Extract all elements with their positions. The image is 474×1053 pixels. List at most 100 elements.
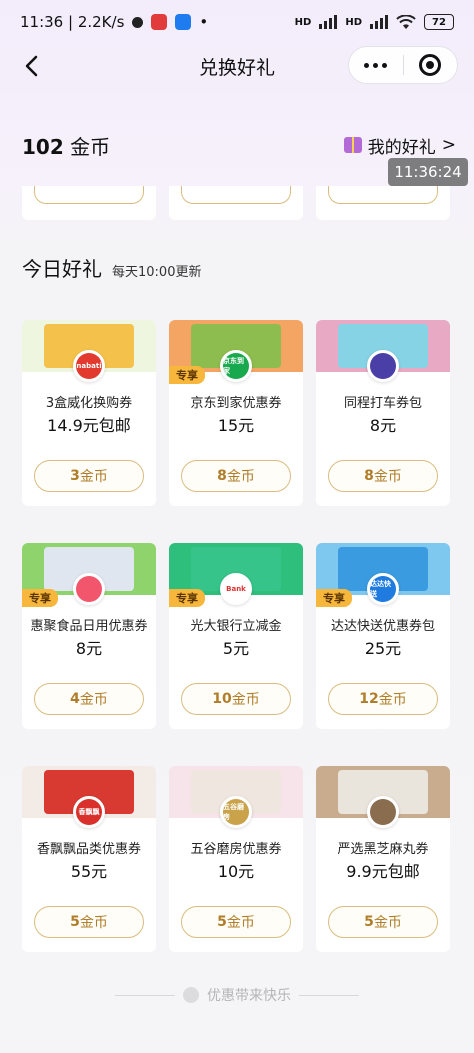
footer-divider-left — [115, 994, 175, 996]
target-circle-icon — [419, 54, 442, 76]
exclusive-tag: 专享 — [169, 366, 205, 384]
redeem-button[interactable]: 5 金币 — [34, 906, 144, 938]
brand-logo-mark — [370, 353, 396, 379]
gift-card[interactable]: 京东到家 专享京东到家优惠券 15元 8 金币 — [169, 320, 303, 506]
back-button[interactable] — [18, 52, 46, 80]
time-overlay-badge: 11:36:24 — [388, 158, 468, 186]
exclusive-tag: 专享 — [169, 589, 205, 607]
status-small-dot: • — [199, 13, 209, 31]
brand-logo-icon — [367, 350, 399, 382]
gift-name: 3盒威化换购券 — [45, 396, 133, 411]
wifi-icon — [396, 14, 416, 29]
gift-card[interactable]: 五谷磨房 五谷磨房优惠券 10元 5 金币 — [169, 766, 303, 952]
redeem-button[interactable]: 12 金币 — [328, 683, 438, 715]
gift-value: 55元 — [70, 862, 108, 881]
previous-redeem-button-stub — [34, 186, 144, 204]
gift-name: 严选黑芝麻丸券 — [337, 842, 429, 857]
gift-value: 14.9元包邮 — [47, 416, 131, 435]
gift-card[interactable]: nabati 3盒威化换购券 14.9元包邮 3 金币 — [22, 320, 156, 506]
exclusive-tag: 专享 — [22, 589, 58, 607]
brand-logo-mark: 京东到家 — [223, 353, 249, 379]
battery-icon: 72 — [424, 14, 454, 30]
brand-logo-icon: 香飘飘 — [73, 796, 105, 828]
footer-divider-right — [299, 994, 359, 996]
chevron-left-icon — [25, 55, 38, 77]
coin-balance: 102 金币 — [22, 131, 110, 160]
redeem-button[interactable]: 4 金币 — [34, 683, 144, 715]
gift-card[interactable]: 达达快送 专享 达达快送优惠券包 25元 12 金币 — [316, 543, 450, 729]
coin-unit-label: 金币 — [373, 915, 402, 931]
redeem-button[interactable]: 10 金币 — [181, 683, 291, 715]
coin-cost: 5 — [364, 914, 374, 930]
status-bar: 11:36 | 2.2K/s • HD HD 72 — [0, 0, 474, 44]
redeem-button[interactable]: 5 金币 — [328, 906, 438, 938]
coin-unit-label: 金币 — [231, 692, 260, 708]
brand-logo-mark: 五谷磨房 — [223, 799, 249, 825]
gift-card[interactable]: 同程打车券包 8元 8 金币 — [316, 320, 450, 506]
brand-logo-mark: nabati — [76, 353, 102, 379]
gift-card[interactable]: 香飘飘 香飘飘品类优惠券 55元 5 金币 — [22, 766, 156, 952]
chevron-right-icon: > — [441, 135, 456, 155]
signal-icon-1 — [319, 15, 338, 29]
coin-unit-label: 金币 — [79, 469, 108, 485]
previous-card[interactable] — [169, 186, 303, 220]
brand-logo-mark: 达达快送 — [370, 576, 396, 602]
gift-card[interactable]: 严选黑芝麻丸券 9.9元包邮 5 金币 — [316, 766, 450, 952]
gift-name: 同程打车券包 — [343, 396, 422, 411]
brand-logo-icon: 五谷磨房 — [220, 796, 252, 828]
coin-cost: 12 — [359, 691, 379, 707]
gift-name: 达达快送优惠券包 — [330, 619, 435, 634]
brand-logo-icon: Bank — [220, 573, 252, 605]
gift-name: 光大银行立减金 — [190, 619, 282, 634]
gift-value: 8元 — [369, 416, 397, 435]
section-heading: 今日好礼 每天10:00更新 — [22, 253, 201, 282]
more-button[interactable] — [349, 47, 403, 83]
coin-cost: 4 — [70, 691, 80, 707]
coin-count: 102 — [22, 134, 64, 159]
mini-program-capsule — [348, 46, 458, 84]
coin-cost: 5 — [70, 914, 80, 930]
coin-cost: 3 — [70, 468, 80, 484]
close-mini-program-button[interactable] — [404, 47, 458, 83]
page-title: 兑换好礼 — [198, 56, 275, 79]
coin-unit: 金币 — [70, 134, 111, 159]
redeem-button[interactable]: 3 金币 — [34, 460, 144, 492]
coin-unit-label: 金币 — [226, 469, 255, 485]
gift-box-icon — [343, 137, 362, 153]
network-hd-label-1: HD — [294, 16, 312, 28]
previous-redeem-button-stub — [181, 186, 291, 204]
gift-value: 9.9元包邮 — [346, 862, 420, 881]
coin-unit-label: 金币 — [378, 692, 407, 708]
zhihu-notification-icon — [175, 14, 192, 30]
notification-dot-icon — [132, 16, 144, 28]
footer: 优惠带来快乐 — [0, 985, 474, 1005]
more-dots-icon — [364, 62, 388, 68]
coin-unit-label: 金币 — [79, 915, 108, 931]
app-notification-icon — [151, 14, 168, 30]
previous-redeem-button-stub — [328, 186, 438, 204]
gift-card[interactable]: 专享 惠聚食品日用优惠券 8元 4 金币 — [22, 543, 156, 729]
coin-cost: 10 — [212, 691, 232, 707]
exclusive-tag: 专享 — [316, 589, 352, 607]
redeem-button[interactable]: 8 金币 — [181, 460, 291, 492]
brand-logo-icon: 达达快送 — [367, 573, 399, 605]
coin-cost: 8 — [364, 468, 374, 484]
brand-logo-icon: nabati — [73, 350, 105, 382]
gift-value: 15元 — [217, 416, 255, 435]
smile-icon — [183, 987, 199, 1003]
redeem-button[interactable]: 8 金币 — [328, 460, 438, 492]
brand-logo-icon: 京东到家 — [220, 350, 252, 382]
my-gifts-link[interactable]: 我的好礼 > — [343, 133, 456, 158]
section-subtitle: 每天10:00更新 — [112, 265, 202, 280]
gift-name: 京东到家优惠券 — [190, 396, 282, 411]
redeem-button[interactable]: 5 金币 — [181, 906, 291, 938]
section-title: 今日好礼 — [22, 257, 102, 281]
coin-cost: 5 — [217, 914, 227, 930]
coin-header: 102 金币 我的好礼 > — [22, 128, 456, 162]
brand-logo-mark — [370, 799, 396, 825]
gift-card[interactable]: Bank 专享 光大银行立减金 5元 10 金币 — [169, 543, 303, 729]
gift-name: 惠聚食品日用优惠券 — [30, 619, 148, 634]
previous-card[interactable] — [316, 186, 450, 220]
status-time: 11:36 | 2.2K/s — [20, 13, 125, 31]
previous-card[interactable] — [22, 186, 156, 220]
